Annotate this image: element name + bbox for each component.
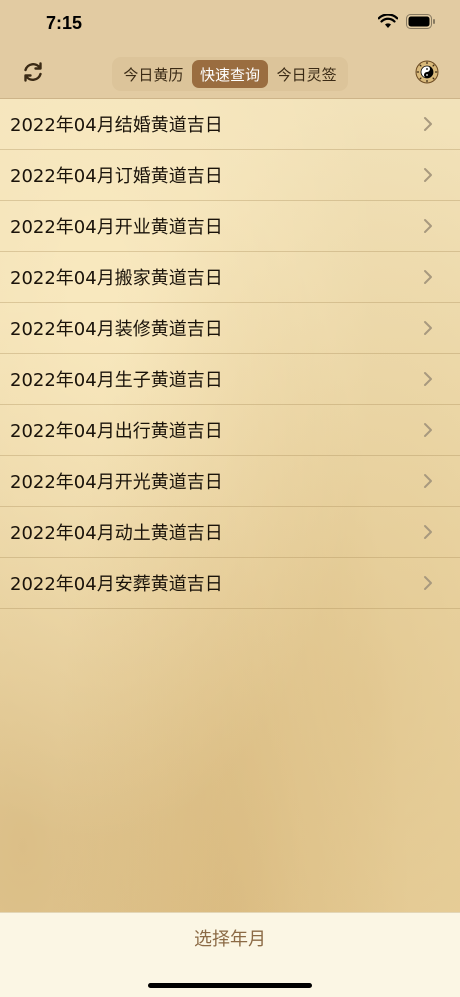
yinyang-icon <box>415 60 439 88</box>
list-item[interactable]: 2022年04月出行黄道吉日 <box>0 405 460 456</box>
list-item-label: 2022年04月搬家黄道吉日 <box>10 268 223 289</box>
tab-label: 今日黄历 <box>123 65 184 84</box>
chevron-right-icon <box>420 116 436 132</box>
chevron-right-icon <box>420 167 436 183</box>
tab-label: 快速查询 <box>200 65 261 84</box>
list-item-label: 2022年04月开业黄道吉日 <box>10 217 223 238</box>
list-item-label: 2022年04月结婚黄道吉日 <box>10 115 223 136</box>
tab-today-fortune[interactable]: 今日灵签 <box>268 60 345 88</box>
bottom-bar: 选择年月 <box>0 912 460 997</box>
list-item[interactable]: 2022年04月生子黄道吉日 <box>0 354 460 405</box>
list-item[interactable]: 2022年04月结婚黄道吉日 <box>0 99 460 150</box>
chevron-right-icon <box>420 320 436 336</box>
list-item-label: 2022年04月生子黄道吉日 <box>10 370 223 391</box>
chevron-right-icon <box>420 524 436 540</box>
list-item-label: 2022年04月开光黄道吉日 <box>10 472 223 493</box>
chevron-right-icon <box>420 422 436 438</box>
status-icons <box>377 13 436 33</box>
list-item[interactable]: 2022年04月搬家黄道吉日 <box>0 252 460 303</box>
wifi-icon <box>377 13 399 33</box>
chevron-right-icon <box>420 575 436 591</box>
list-item[interactable]: 2022年04月装修黄道吉日 <box>0 303 460 354</box>
tab-quick-query[interactable]: 快速查询 <box>191 60 269 88</box>
nav-bar: 今日黄历 快速查询 今日灵签 <box>0 50 460 99</box>
list-item-label: 2022年04月订婚黄道吉日 <box>10 166 223 187</box>
list-item[interactable]: 2022年04月动土黄道吉日 <box>0 507 460 558</box>
list-item-label: 2022年04月装修黄道吉日 <box>10 319 223 340</box>
list-item[interactable]: 2022年04月订婚黄道吉日 <box>0 150 460 201</box>
home-indicator <box>148 983 312 988</box>
list-item-label: 2022年04月动土黄道吉日 <box>10 523 223 544</box>
chevron-right-icon <box>420 473 436 489</box>
chevron-right-icon <box>420 218 436 234</box>
segmented-control: 今日黄历 快速查询 今日灵签 <box>112 57 348 91</box>
date-list: 2022年04月结婚黄道吉日 2022年04月订婚黄道吉日 2022年04月开业… <box>0 99 460 609</box>
refresh-button[interactable] <box>20 61 46 87</box>
status-bar: 7:15 <box>0 0 460 50</box>
yinyang-button[interactable] <box>414 60 440 88</box>
list-item[interactable]: 2022年04月安葬黄道吉日 <box>0 558 460 609</box>
battery-icon <box>406 14 436 33</box>
chevron-right-icon <box>420 371 436 387</box>
tab-label: 今日灵签 <box>276 65 337 84</box>
refresh-icon <box>21 60 45 88</box>
list-item[interactable]: 2022年04月开业黄道吉日 <box>0 201 460 252</box>
tab-today-almanac[interactable]: 今日黄历 <box>115 60 192 88</box>
status-time: 7:15 <box>46 13 83 33</box>
select-year-month-button[interactable]: 选择年月 <box>0 925 460 951</box>
list-item-label: 2022年04月安葬黄道吉日 <box>10 574 223 595</box>
list-item-label: 2022年04月出行黄道吉日 <box>10 421 223 442</box>
list-item[interactable]: 2022年04月开光黄道吉日 <box>0 456 460 507</box>
chevron-right-icon <box>420 269 436 285</box>
